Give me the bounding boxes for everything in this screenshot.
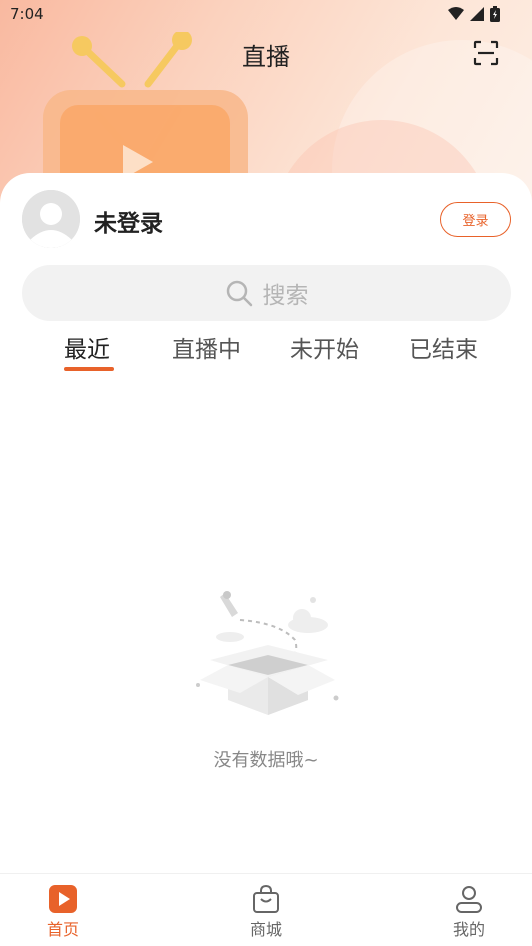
nav-item-shop[interactable]: 商城 [236, 884, 296, 940]
status-icons [448, 6, 500, 22]
nav-label-mine: 我的 [452, 920, 485, 939]
nav-item-mine[interactable]: 我的 [439, 884, 499, 940]
tab-upcoming[interactable]: 未开始 [290, 330, 359, 364]
battery-icon [490, 6, 500, 22]
status-time: 7:04 [10, 5, 44, 23]
shopping-bag-icon [253, 884, 279, 913]
login-button[interactable]: 登录 [440, 202, 511, 237]
scan-icon[interactable] [473, 40, 499, 66]
page-title: 直播 [242, 43, 290, 71]
bottom-nav: 首页 商城 我的 [0, 873, 532, 946]
search-placeholder: 搜索 [262, 283, 309, 309]
tab-recent[interactable]: 最近 [64, 330, 110, 364]
default-avatar-icon [22, 190, 80, 248]
status-bar: 7:04 [0, 0, 532, 30]
search-icon [226, 280, 252, 307]
user-name: 未登录 [94, 211, 163, 237]
tab-live[interactable]: 直播中 [172, 330, 241, 364]
search-bar[interactable]: 搜索 [22, 265, 511, 321]
empty-box-illustration [196, 591, 339, 715]
nav-label-home: 首页 [46, 920, 79, 939]
empty-state-text: 没有数据哦~ [213, 750, 319, 771]
nav-label-shop: 商城 [249, 920, 282, 939]
avatar[interactable] [22, 190, 80, 248]
tab-active-indicator [64, 367, 114, 371]
nav-item-home[interactable]: 首页 [33, 884, 93, 940]
tab-bar: 最近 直播中 未开始 已结束 [0, 330, 532, 375]
play-icon [49, 885, 77, 913]
wifi-icon [448, 7, 464, 20]
tab-ended[interactable]: 已结束 [409, 330, 478, 364]
signal-icon [470, 7, 484, 21]
person-icon [456, 886, 482, 913]
